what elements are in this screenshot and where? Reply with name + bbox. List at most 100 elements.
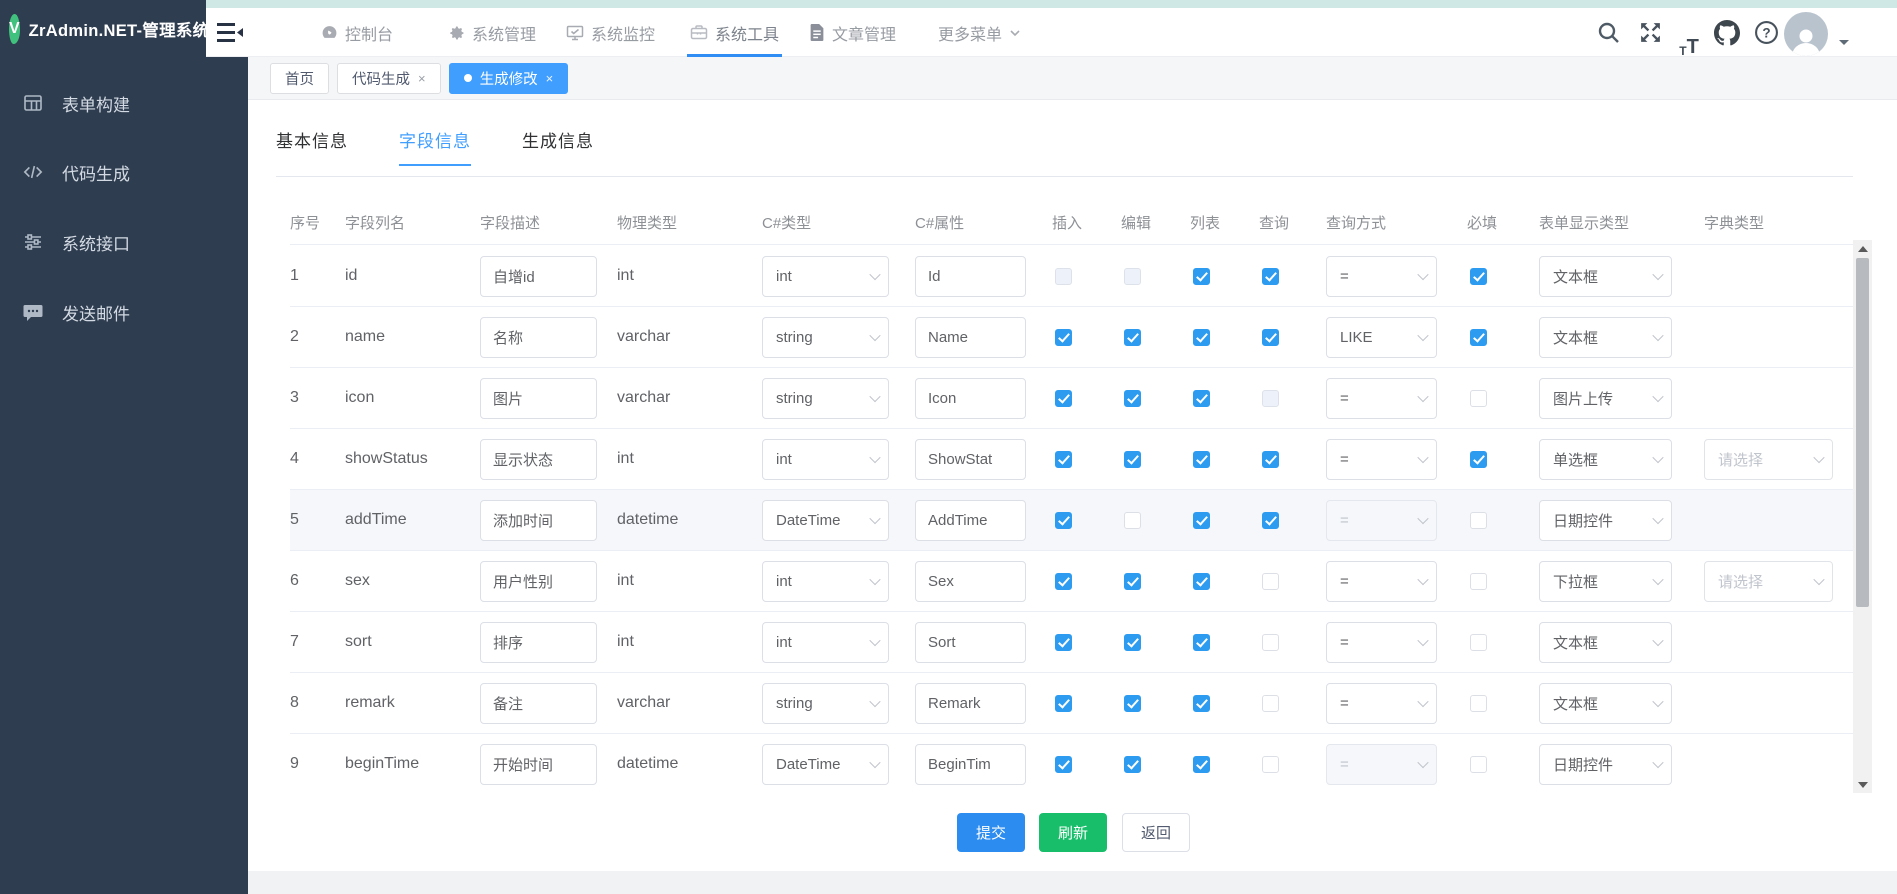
vertical-scrollbar[interactable] bbox=[1853, 240, 1872, 793]
close-icon[interactable]: × bbox=[546, 71, 554, 86]
cs-property-input[interactable] bbox=[915, 256, 1026, 297]
field-desc-input[interactable] bbox=[480, 317, 597, 358]
query-mode-select[interactable]: = bbox=[1326, 500, 1437, 541]
display-type-select[interactable]: 日期控件 bbox=[1539, 744, 1672, 785]
avatar[interactable] bbox=[1784, 12, 1828, 56]
dict-type-select[interactable]: 请选择 bbox=[1704, 439, 1833, 480]
list-checkbox[interactable] bbox=[1193, 390, 1210, 407]
insert-checkbox[interactable] bbox=[1055, 512, 1072, 529]
sidebar-item-3[interactable]: 系统接口 bbox=[0, 220, 248, 264]
required-checkbox[interactable] bbox=[1470, 695, 1487, 712]
edit-checkbox[interactable] bbox=[1124, 756, 1141, 773]
cs-type-select[interactable]: int bbox=[762, 256, 889, 297]
insert-checkbox[interactable] bbox=[1055, 451, 1072, 468]
list-checkbox[interactable] bbox=[1193, 512, 1210, 529]
query-mode-select[interactable]: = bbox=[1326, 256, 1437, 297]
query-checkbox[interactable] bbox=[1262, 451, 1279, 468]
field-desc-input[interactable] bbox=[480, 683, 597, 724]
cs-property-input[interactable] bbox=[915, 500, 1026, 541]
dict-type-select[interactable]: 请选择 bbox=[1704, 561, 1833, 602]
cs-type-select[interactable]: string bbox=[762, 378, 889, 419]
query-checkbox[interactable] bbox=[1262, 268, 1279, 285]
edit-checkbox[interactable] bbox=[1124, 268, 1141, 285]
github-icon[interactable] bbox=[1711, 8, 1743, 57]
list-checkbox[interactable] bbox=[1193, 451, 1210, 468]
search-icon[interactable] bbox=[1594, 8, 1624, 57]
required-checkbox[interactable] bbox=[1470, 634, 1487, 651]
required-checkbox[interactable] bbox=[1470, 573, 1487, 590]
query-mode-select[interactable]: = bbox=[1326, 378, 1437, 419]
list-checkbox[interactable] bbox=[1193, 573, 1210, 590]
sidebar-collapse-icon[interactable] bbox=[217, 22, 243, 43]
cs-property-input[interactable] bbox=[915, 378, 1026, 419]
list-checkbox[interactable] bbox=[1193, 268, 1210, 285]
cs-property-input[interactable] bbox=[915, 439, 1026, 480]
field-desc-input[interactable] bbox=[480, 622, 597, 663]
scrollbar-thumb[interactable] bbox=[1856, 258, 1869, 607]
edit-checkbox[interactable] bbox=[1124, 573, 1141, 590]
required-checkbox[interactable] bbox=[1470, 329, 1487, 346]
required-checkbox[interactable] bbox=[1470, 390, 1487, 407]
edit-checkbox[interactable] bbox=[1124, 451, 1141, 468]
field-desc-input[interactable] bbox=[480, 439, 597, 480]
nav-item-6[interactable]: 更多菜单 bbox=[935, 8, 1024, 57]
field-desc-input[interactable] bbox=[480, 561, 597, 602]
list-checkbox[interactable] bbox=[1193, 695, 1210, 712]
form-tab-2[interactable]: 字段信息 bbox=[399, 127, 471, 166]
query-checkbox[interactable] bbox=[1262, 695, 1279, 712]
query-mode-select[interactable]: = bbox=[1326, 622, 1437, 663]
insert-checkbox[interactable] bbox=[1055, 329, 1072, 346]
query-mode-select[interactable]: = bbox=[1326, 744, 1437, 785]
query-checkbox[interactable] bbox=[1262, 512, 1279, 529]
list-checkbox[interactable] bbox=[1193, 756, 1210, 773]
cs-type-select[interactable]: DateTime bbox=[762, 744, 889, 785]
sidebar-item-4[interactable]: 发送邮件 bbox=[0, 290, 248, 334]
nav-item-3[interactable]: 系统监控 bbox=[563, 8, 658, 57]
cs-type-select[interactable]: int bbox=[762, 622, 889, 663]
cs-property-input[interactable] bbox=[915, 683, 1026, 724]
insert-checkbox[interactable] bbox=[1055, 390, 1072, 407]
field-desc-input[interactable] bbox=[480, 500, 597, 541]
sidebar-item-2[interactable]: 代码生成 bbox=[0, 150, 248, 194]
form-tab-3[interactable]: 生成信息 bbox=[522, 127, 594, 166]
nav-item-2[interactable]: 系统管理 bbox=[445, 8, 539, 57]
page-tab-2[interactable]: 代码生成× bbox=[337, 63, 441, 94]
edit-checkbox[interactable] bbox=[1124, 329, 1141, 346]
insert-checkbox[interactable] bbox=[1055, 268, 1072, 285]
field-desc-input[interactable] bbox=[480, 744, 597, 785]
query-mode-select[interactable]: = bbox=[1326, 439, 1437, 480]
close-icon[interactable]: × bbox=[418, 71, 426, 86]
cs-type-select[interactable]: int bbox=[762, 561, 889, 602]
submit-button[interactable]: 提交 bbox=[957, 813, 1025, 852]
edit-checkbox[interactable] bbox=[1124, 695, 1141, 712]
nav-item-1[interactable]: 控制台 bbox=[318, 8, 396, 57]
required-checkbox[interactable] bbox=[1470, 512, 1487, 529]
cs-property-input[interactable] bbox=[915, 561, 1026, 602]
query-mode-select[interactable]: = bbox=[1326, 561, 1437, 602]
display-type-select[interactable]: 日期控件 bbox=[1539, 500, 1672, 541]
query-checkbox[interactable] bbox=[1262, 329, 1279, 346]
query-mode-select[interactable]: LIKE bbox=[1326, 317, 1437, 358]
page-tab-3[interactable]: 生成修改× bbox=[449, 63, 569, 94]
refresh-button[interactable]: 刷新 bbox=[1039, 813, 1107, 852]
cs-property-input[interactable] bbox=[915, 744, 1026, 785]
query-checkbox[interactable] bbox=[1262, 390, 1279, 407]
list-checkbox[interactable] bbox=[1193, 634, 1210, 651]
query-checkbox[interactable] bbox=[1262, 573, 1279, 590]
font-size-icon[interactable]: TT bbox=[1674, 8, 1704, 57]
scroll-down-arrow-icon[interactable] bbox=[1853, 776, 1872, 793]
display-type-select[interactable]: 文本框 bbox=[1539, 622, 1672, 663]
page-tab-1[interactable]: 首页 bbox=[270, 63, 329, 94]
sidebar-item-1[interactable]: 表单构建 bbox=[0, 81, 248, 125]
cs-type-select[interactable]: string bbox=[762, 317, 889, 358]
display-type-select[interactable]: 单选框 bbox=[1539, 439, 1672, 480]
field-desc-input[interactable] bbox=[480, 256, 597, 297]
required-checkbox[interactable] bbox=[1470, 268, 1487, 285]
insert-checkbox[interactable] bbox=[1055, 756, 1072, 773]
cs-property-input[interactable] bbox=[915, 317, 1026, 358]
help-icon[interactable]: ? bbox=[1751, 8, 1781, 57]
insert-checkbox[interactable] bbox=[1055, 634, 1072, 651]
list-checkbox[interactable] bbox=[1193, 329, 1210, 346]
query-mode-select[interactable]: = bbox=[1326, 683, 1437, 724]
query-checkbox[interactable] bbox=[1262, 634, 1279, 651]
